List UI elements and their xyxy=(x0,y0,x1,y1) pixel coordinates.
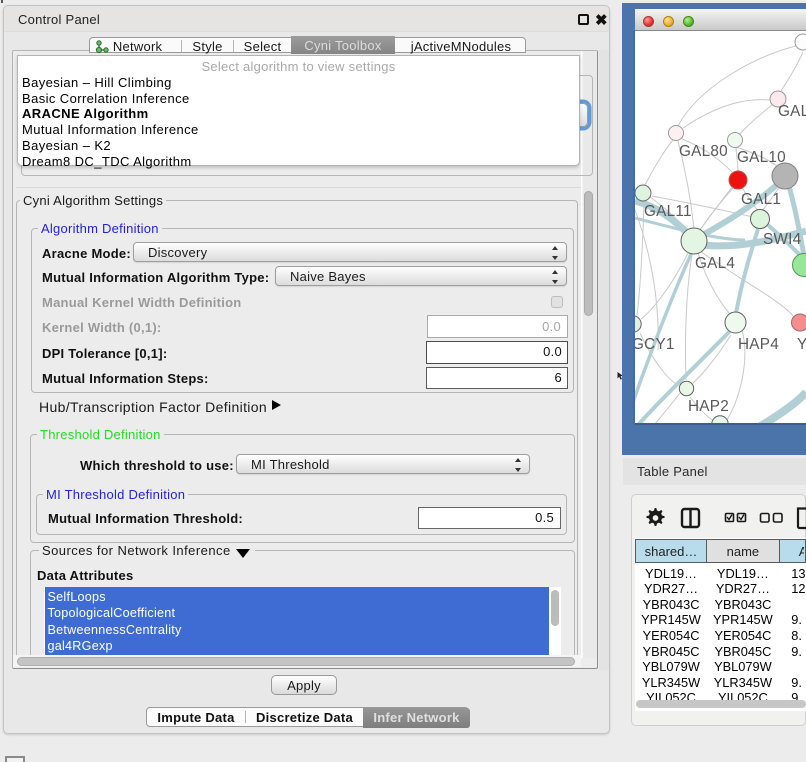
svg-text:GAL8: GAL8 xyxy=(778,103,806,120)
svg-text:YJ: YJ xyxy=(797,336,806,353)
svg-text:GAL4: GAL4 xyxy=(695,255,735,272)
svg-text:GCY1: GCY1 xyxy=(635,336,675,353)
svg-text:GAL11: GAL11 xyxy=(644,203,692,220)
svg-text:HAP2: HAP2 xyxy=(688,398,729,415)
svg-text:GAL10: GAL10 xyxy=(737,149,786,166)
svg-text:SWI4: SWI4 xyxy=(763,231,802,248)
svg-text:GAL1: GAL1 xyxy=(741,191,781,208)
svg-text:GAL80: GAL80 xyxy=(679,143,728,160)
svg-text:HAP4: HAP4 xyxy=(738,336,779,353)
